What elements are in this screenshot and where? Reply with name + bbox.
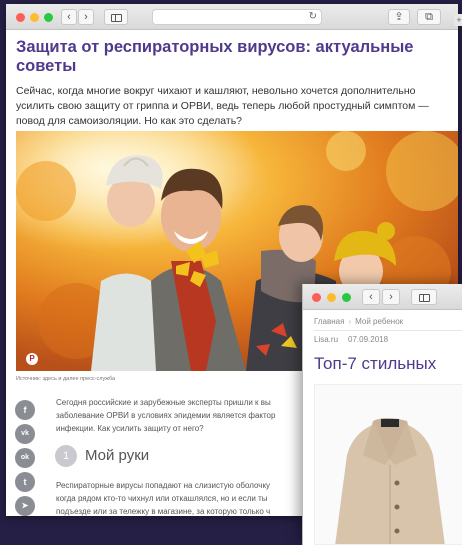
sidebar-toggle-button[interactable] xyxy=(411,289,437,305)
share-button[interactable]: ⇪ xyxy=(388,9,410,25)
photo-caption: Источник: здесь и далее пресс-служба xyxy=(16,376,116,382)
zoom-window-button[interactable] xyxy=(342,293,351,302)
shopping-browser-window: ‹ › Главная › Мой ребенок Lisa.ru 07.09.201… xyxy=(302,284,462,545)
chevron-right-icon: › xyxy=(389,291,393,303)
source-label: Lisa.ru xyxy=(314,335,339,344)
share-icon: ⇪ xyxy=(394,11,404,23)
section-number-badge: 1 xyxy=(55,445,77,467)
vk-icon: vk xyxy=(21,430,29,437)
breadcrumb-home-link[interactable]: Главная xyxy=(314,317,344,326)
divider xyxy=(314,330,462,331)
zoom-window-button[interactable] xyxy=(44,13,53,22)
article-title: Защита от респираторных вирусов: актуаль… xyxy=(16,38,414,75)
sidebar-icon xyxy=(110,14,122,22)
browser-toolbar: ‹ › xyxy=(303,284,462,310)
telegram-icon: ➤ xyxy=(21,501,29,510)
browser-toolbar: ‹ › ↻ ⇪ ⧉ xyxy=(6,4,458,30)
tabs-icon: ⧉ xyxy=(425,11,433,23)
share-facebook-button[interactable]: f xyxy=(15,400,35,420)
add-tab-button[interactable]: + xyxy=(454,14,462,26)
forward-button[interactable]: › xyxy=(382,289,400,305)
article-meta: Lisa.ru 07.09.2018 xyxy=(314,335,388,344)
coat-illustration xyxy=(335,418,445,544)
sidebar-icon xyxy=(418,294,430,302)
breadcrumb-separator: › xyxy=(348,317,352,326)
share-twitter-button[interactable]: t xyxy=(15,472,35,492)
chevron-left-icon: ‹ xyxy=(369,291,373,303)
share-vk-button[interactable]: vk xyxy=(15,424,35,444)
share-telegram-button[interactable]: ➤ xyxy=(15,496,35,516)
odnoklassniki-icon: ok xyxy=(20,454,30,461)
show-tabs-button[interactable]: ⧉ xyxy=(417,9,441,25)
forward-button[interactable]: › xyxy=(78,9,94,25)
section-heading: Мой руки xyxy=(85,447,150,464)
back-button[interactable]: ‹ xyxy=(362,289,380,305)
close-window-button[interactable] xyxy=(16,13,25,22)
breadcrumb-section-link[interactable]: Мой ребенок xyxy=(355,317,403,326)
breadcrumb: Главная › Мой ребенок xyxy=(314,317,403,326)
facebook-icon: f xyxy=(23,405,27,415)
pinterest-button[interactable]: P xyxy=(26,353,38,365)
back-button[interactable]: ‹ xyxy=(61,9,77,25)
chevron-left-icon: ‹ xyxy=(67,11,71,23)
minimize-window-button[interactable] xyxy=(30,13,39,22)
page-title: Топ-7 стильных xyxy=(314,354,437,373)
sidebar-toggle-button[interactable] xyxy=(104,9,128,25)
minimize-window-button[interactable] xyxy=(327,293,336,302)
date-label: 07.09.2018 xyxy=(348,335,389,344)
share-odnoklassniki-button[interactable]: ok xyxy=(15,448,35,468)
address-bar[interactable]: ↻ xyxy=(152,9,322,25)
close-window-button[interactable] xyxy=(312,293,321,302)
coat-product-image[interactable] xyxy=(314,384,462,545)
twitter-icon: t xyxy=(23,477,27,487)
chevron-right-icon: › xyxy=(84,11,88,23)
pinterest-icon: P xyxy=(29,354,35,363)
article-lead: Сейчас, когда многие вокруг чихают и каш… xyxy=(16,85,429,127)
plus-icon: + xyxy=(456,15,462,25)
reload-icon[interactable]: ↻ xyxy=(309,10,317,24)
